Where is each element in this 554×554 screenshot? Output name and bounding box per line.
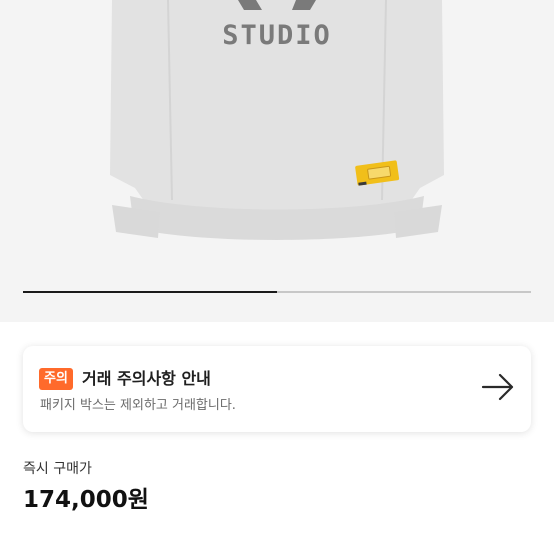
arrow-right-icon[interactable] xyxy=(481,372,515,402)
carousel-track[interactable] xyxy=(23,291,531,293)
product-image[interactable]: STUDIO xyxy=(0,0,554,322)
instant-purchase-label: 즉시 구매가 xyxy=(23,461,92,477)
print-text: STUDIO xyxy=(222,20,332,51)
caution-badge: 주의 xyxy=(39,368,73,390)
notice-description: 패키지 박스는 제외하고 거래합니다. xyxy=(40,398,236,413)
notice-title: 거래 주의사항 안내 xyxy=(82,369,211,388)
price: 174,000원 xyxy=(23,487,149,513)
carousel-progress xyxy=(23,291,277,293)
caution-notice-card[interactable]: 주의 거래 주의사항 안내 패키지 박스는 제외하고 거래합니다. xyxy=(23,346,531,432)
